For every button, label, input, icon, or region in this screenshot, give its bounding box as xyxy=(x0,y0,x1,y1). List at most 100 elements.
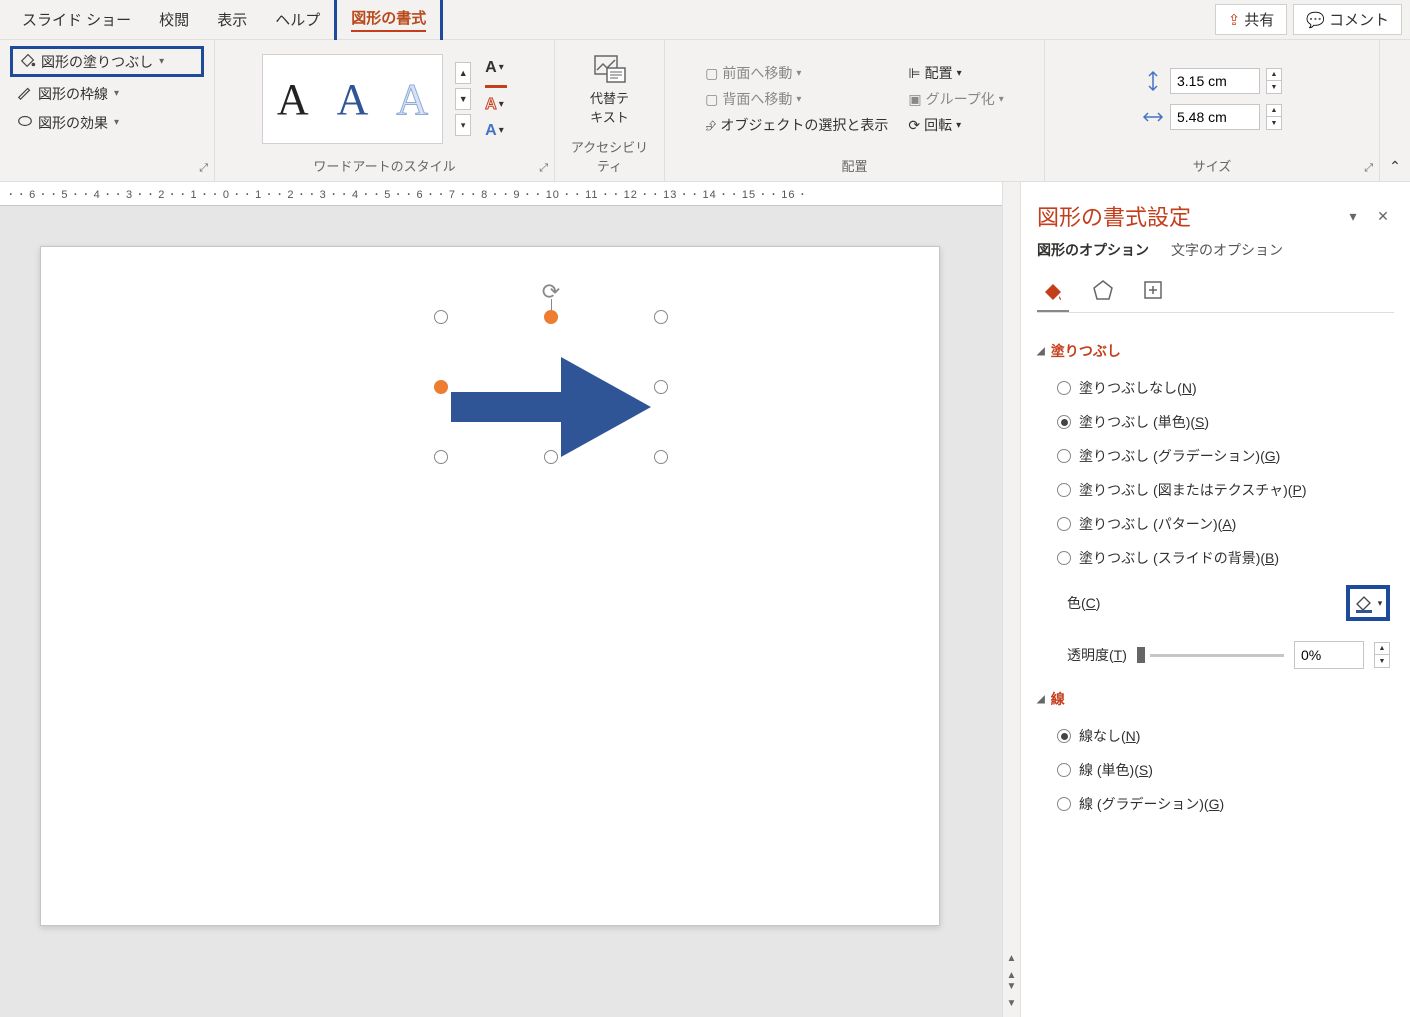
tab-slideshow[interactable]: スライド ショー xyxy=(8,1,145,38)
wordart-gallery[interactable]: A A A xyxy=(262,54,443,144)
gallery-down[interactable]: ▼ xyxy=(455,88,471,110)
height-up[interactable]: ▲ xyxy=(1267,69,1281,81)
section-fill-label: 塗りつぶし xyxy=(1051,341,1121,361)
vertical-scrollbar[interactable]: ▲ ▲▼ ▼ xyxy=(1002,182,1020,1017)
width-up[interactable]: ▲ xyxy=(1267,105,1281,117)
chevron-down-icon: ▾ xyxy=(1378,598,1383,609)
workspace: ･ ･ 6 ･ ･ 5 ･ ･ 4 ･ ･ 3 ･ ･ 2 ･ ･ 1 ･ ･ … xyxy=(0,182,1410,1017)
arrange-group-label: 配置 xyxy=(675,152,1034,179)
pencil-icon xyxy=(16,83,34,104)
shape-effects-button[interactable]: 図形の効果 ▾ xyxy=(10,110,204,135)
collapse-ribbon-button[interactable]: ⌃ xyxy=(1380,40,1410,181)
width-icon xyxy=(1142,106,1164,128)
bring-forward-button[interactable]: ▢ 前面へ移動 ▾ xyxy=(705,63,888,83)
height-down[interactable]: ▼ xyxy=(1267,81,1281,93)
share-button[interactable]: ⇪ 共有 xyxy=(1215,4,1288,35)
section-line-toggle[interactable]: ◢ 線 xyxy=(1037,689,1394,709)
transparency-input[interactable] xyxy=(1294,641,1364,669)
radio-icon xyxy=(1057,763,1071,777)
comment-button[interactable]: 💬 コメント xyxy=(1293,4,1402,35)
handle-se[interactable] xyxy=(654,450,668,464)
fill-option-0[interactable]: 塗りつぶしなし(N) xyxy=(1037,371,1394,405)
ribbon: 図形の塗りつぶし ▾ 図形の枠線 ▾ 図形の効果 ▾ xyxy=(0,40,1410,182)
tab-review[interactable]: 校閲 xyxy=(145,1,203,38)
arrow-shape-icon xyxy=(451,352,651,462)
pane-options-button[interactable]: ▾ xyxy=(1342,205,1364,227)
gallery-more[interactable]: ▾ xyxy=(455,114,471,136)
text-outline-button[interactable]: A▾ xyxy=(485,96,507,114)
width-input[interactable] xyxy=(1170,104,1260,130)
shape-outline-button[interactable]: 図形の枠線 ▾ xyxy=(10,81,204,106)
group-wordart: A A A ▲ ▼ ▾ A▾ A▾ A▾ ワー xyxy=(215,40,555,181)
group-icon: ▣ xyxy=(908,91,921,108)
wordart-launcher[interactable]: ⤢ xyxy=(539,162,548,175)
handle-sw[interactable] xyxy=(434,450,448,464)
wordart-style-3[interactable]: A xyxy=(396,74,428,125)
rotate-button[interactable]: ⟳ 回転 ▾ xyxy=(908,115,1003,135)
section-line-label: 線 xyxy=(1051,689,1065,709)
format-shape-pane: 図形の書式設定 ▾ ✕ 図形のオプション 文字のオプション ◢ 塗りつぶし xyxy=(1020,182,1410,1017)
fill-color-button[interactable]: ▾ xyxy=(1346,585,1390,621)
fill-option-3[interactable]: 塗りつぶし (図またはテクスチャ)(P) xyxy=(1037,473,1394,507)
tab-shape-options[interactable]: 図形のオプション xyxy=(1037,240,1149,264)
tab-text-options[interactable]: 文字のオプション xyxy=(1171,240,1283,264)
fill-line-icon[interactable] xyxy=(1037,274,1069,306)
tab-help[interactable]: ヘルプ xyxy=(261,1,334,38)
text-effects-button[interactable]: A▾ xyxy=(485,122,507,140)
size-props-icon[interactable] xyxy=(1137,274,1169,306)
handle-e[interactable] xyxy=(654,380,668,394)
chevron-down-icon: ▾ xyxy=(499,99,504,110)
fill-option-1[interactable]: 塗りつぶし (単色)(S) xyxy=(1037,405,1394,439)
width-down[interactable]: ▼ xyxy=(1267,117,1281,129)
rotate-icon: ⟳ xyxy=(908,117,920,134)
align-button[interactable]: ⊫ 配置 ▾ xyxy=(908,63,1003,83)
fill-option-4[interactable]: 塗りつぶし (パターン)(A) xyxy=(1037,507,1394,541)
wordart-style-2[interactable]: A xyxy=(337,74,369,125)
slide[interactable]: ⟳ xyxy=(40,246,940,926)
height-input[interactable] xyxy=(1170,68,1260,94)
size-launcher[interactable]: ⤢ xyxy=(1364,162,1373,175)
group-button[interactable]: ▣ グループ化 ▾ xyxy=(908,89,1003,109)
fill-option-2[interactable]: 塗りつぶし (グラデーション)(G) xyxy=(1037,439,1394,473)
shape-fill-button[interactable]: 図形の塗りつぶし ▾ xyxy=(10,46,204,77)
line-option-2[interactable]: 線 (グラデーション)(G) xyxy=(1037,787,1394,821)
handle-w-adjust[interactable] xyxy=(434,380,448,394)
radio-icon xyxy=(1057,517,1071,531)
radio-icon xyxy=(1057,551,1071,565)
handle-ne[interactable] xyxy=(654,310,668,324)
line-option-0[interactable]: 線なし(N) xyxy=(1037,719,1394,753)
ruler: ･ ･ 6 ･ ･ 5 ･ ･ 4 ･ ･ 3 ･ ･ 2 ･ ･ 1 ･ ･ … xyxy=(0,182,1002,206)
gallery-up[interactable]: ▲ xyxy=(455,62,471,84)
send-backward-icon: ▢ xyxy=(705,91,718,108)
handle-nw[interactable] xyxy=(434,310,448,324)
send-backward-button[interactable]: ▢ 背面へ移動 ▾ xyxy=(705,89,888,109)
line-option-1[interactable]: 線 (単色)(S) xyxy=(1037,753,1394,787)
selection-pane-button[interactable]: ⮵ オブジェクトの選択と表示 xyxy=(705,115,888,135)
text-fill-button[interactable]: A▾ xyxy=(485,59,507,77)
trans-up[interactable]: ▲ xyxy=(1375,643,1389,655)
tab-shape-format[interactable]: 図形の書式 xyxy=(334,0,443,43)
trans-down[interactable]: ▼ xyxy=(1375,655,1389,667)
effects-pane-icon[interactable] xyxy=(1087,274,1119,306)
shape-styles-launcher[interactable]: ⤢ xyxy=(199,162,208,175)
tab-view[interactable]: 表示 xyxy=(203,1,261,38)
wordart-style-1[interactable]: A xyxy=(277,74,309,125)
handle-n-adjust[interactable] xyxy=(544,310,558,324)
alt-text-label: 代替テ キスト xyxy=(590,88,629,126)
section-fill-toggle[interactable]: ◢ 塗りつぶし xyxy=(1037,341,1394,361)
canvas-area: ･ ･ 6 ･ ･ 5 ･ ･ 4 ･ ･ 3 ･ ･ 2 ･ ･ 1 ･ ･ … xyxy=(0,182,1002,1017)
text-effects-icon: A xyxy=(485,122,497,140)
tab-shape-format-label: 図形の書式 xyxy=(351,10,426,27)
scroll-up-icon[interactable]: ▲ xyxy=(1007,953,1017,964)
fill-option-5[interactable]: 塗りつぶし (スライドの背景)(B) xyxy=(1037,541,1394,575)
selected-shape[interactable]: ⟳ xyxy=(441,317,661,457)
pane-close-button[interactable]: ✕ xyxy=(1372,205,1394,227)
height-icon xyxy=(1142,70,1164,92)
paint-bucket-icon xyxy=(19,51,37,72)
group-size: ▲▼ ▲▼ サイズ ⤢ xyxy=(1045,40,1380,181)
scroll-updown-icon[interactable]: ▲▼ xyxy=(1007,970,1017,992)
comment-icon: 💬 xyxy=(1306,11,1325,29)
transparency-slider[interactable]: ⊢ xyxy=(1137,648,1284,662)
alt-text-button[interactable]: 代替テ キスト xyxy=(575,54,645,126)
scroll-down-icon[interactable]: ▼ xyxy=(1007,998,1017,1009)
